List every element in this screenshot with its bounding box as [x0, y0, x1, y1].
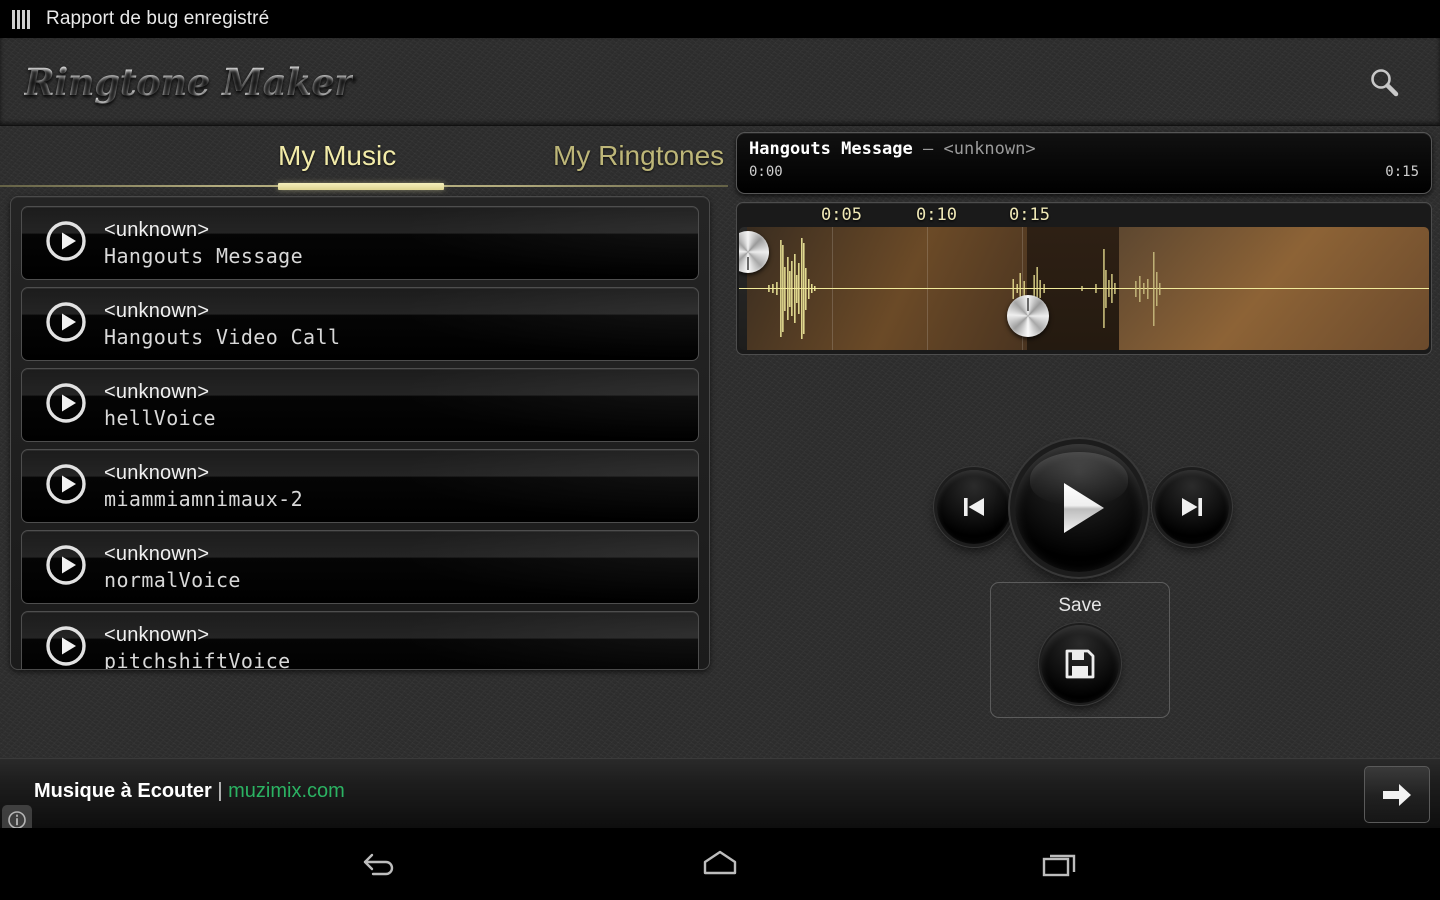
- track-list[interactable]: <unknown> Hangouts Message <unknown> Han…: [10, 196, 710, 670]
- save-panel[interactable]: Save: [990, 582, 1170, 718]
- clip-track-name: Hangouts Message: [749, 139, 913, 159]
- ruler-tick: 0:10: [916, 205, 957, 225]
- ad-url[interactable]: muzimix.com: [228, 780, 345, 802]
- play-circle-icon: [44, 543, 88, 592]
- tab-active-indicator: [278, 183, 444, 190]
- search-icon: [1367, 65, 1401, 99]
- skip-next-button[interactable]: [1155, 470, 1229, 544]
- library-column: My Music My Ringtones <unknown> Hang: [0, 126, 728, 758]
- track-list-item[interactable]: <unknown> normalVoice: [21, 530, 699, 604]
- clip-info-title-row: Hangouts Message – <unknown>: [749, 139, 1419, 159]
- save-button[interactable]: [1041, 625, 1119, 703]
- info-icon: [7, 810, 27, 830]
- ad-banner[interactable]: Musique à Ecouter | muzimix.com: [0, 758, 1440, 828]
- save-label: Save: [1058, 595, 1101, 617]
- waveform-graph: [739, 227, 1429, 350]
- home-icon: [699, 847, 741, 881]
- track-title: normalVoice: [104, 568, 241, 592]
- track-artist: <unknown>: [104, 543, 241, 566]
- ruler-tick: 0:05: [821, 205, 862, 225]
- selection-end-handle[interactable]: [1007, 295, 1049, 337]
- tab-bar: My Music My Ringtones: [0, 126, 728, 192]
- app-logo: Ringtone Maker: [24, 60, 353, 104]
- recents-icon: [1039, 847, 1081, 881]
- ruler-tick: 0:15: [1009, 205, 1050, 225]
- nav-home-button[interactable]: [635, 828, 805, 900]
- tab-my-music[interactable]: My Music: [278, 140, 396, 172]
- play-circle-icon: [44, 462, 88, 511]
- skip-next-icon: [1175, 490, 1209, 524]
- track-title: Hangouts Video Call: [104, 325, 340, 349]
- play-circle-icon: [44, 300, 88, 349]
- back-icon: [360, 847, 400, 881]
- clip-artist: <unknown>: [943, 139, 1035, 159]
- track-artist: <unknown>: [104, 381, 216, 404]
- main-body: My Music My Ringtones <unknown> Hang: [0, 126, 1440, 758]
- search-button[interactable]: [1358, 56, 1410, 108]
- track-list-item[interactable]: <unknown> pitchshiftVoice: [21, 611, 699, 670]
- ad-separator: |: [217, 780, 222, 802]
- track-artist: <unknown>: [104, 219, 303, 242]
- app-header: Ringtone Maker: [0, 38, 1440, 126]
- clip-dash: –: [913, 139, 944, 159]
- status-bar-text: Rapport de bug enregistré: [46, 8, 269, 30]
- track-list-item[interactable]: <unknown> Hangouts Video Call: [21, 287, 699, 361]
- track-artist: <unknown>: [104, 462, 303, 485]
- track-list-item[interactable]: <unknown> miammiamnimaux-2: [21, 449, 699, 523]
- play-button[interactable]: [1015, 444, 1143, 572]
- nav-recents-button[interactable]: [975, 828, 1145, 900]
- track-title: miammiamnimaux-2: [104, 487, 303, 511]
- floppy-disk-icon: [1060, 644, 1100, 684]
- ad-advertiser: Musique à Ecouter: [34, 780, 212, 802]
- track-list-item[interactable]: <unknown> Hangouts Message: [21, 206, 699, 280]
- nav-back-button[interactable]: [295, 828, 465, 900]
- editor-column: Hangouts Message – <unknown> 0:00 0:15 0…: [728, 126, 1440, 758]
- waveform-panel[interactable]: 0:05 0:10 0:15: [736, 202, 1432, 355]
- play-circle-icon: [44, 624, 88, 671]
- clip-info-panel: Hangouts Message – <unknown> 0:00 0:15: [736, 132, 1432, 194]
- clip-start-time: 0:00: [749, 164, 783, 180]
- clip-time-row: 0:00 0:15: [749, 164, 1419, 180]
- ad-text: Musique à Ecouter | muzimix.com: [34, 780, 345, 803]
- skip-previous-button[interactable]: [937, 470, 1011, 544]
- ad-cta-button[interactable]: [1364, 766, 1430, 823]
- play-icon: [1046, 475, 1112, 541]
- play-circle-icon: [44, 381, 88, 430]
- clip-end-time: 0:15: [1385, 164, 1419, 180]
- transport-controls: [728, 444, 1440, 566]
- arrow-right-icon: [1380, 780, 1414, 810]
- tab-my-ringtones[interactable]: My Ringtones: [553, 140, 724, 172]
- track-artist: <unknown>: [104, 624, 291, 647]
- play-circle-icon: [44, 219, 88, 268]
- track-artist: <unknown>: [104, 300, 340, 323]
- bug-report-icon: [12, 10, 30, 29]
- track-title: Hangouts Message: [104, 244, 303, 268]
- waveform-ruler: 0:05 0:10 0:15: [739, 205, 1429, 227]
- android-status-bar: Rapport de bug enregistré: [0, 0, 1440, 38]
- android-nav-bar: [0, 828, 1440, 900]
- track-list-item[interactable]: <unknown> hellVoice: [21, 368, 699, 442]
- app-root: Rapport de bug enregistré Ringtone Maker…: [0, 0, 1440, 900]
- skip-previous-icon: [957, 490, 991, 524]
- waveform-canvas[interactable]: [739, 227, 1429, 350]
- track-title: hellVoice: [104, 406, 216, 430]
- track-title: pitchshiftVoice: [104, 649, 291, 671]
